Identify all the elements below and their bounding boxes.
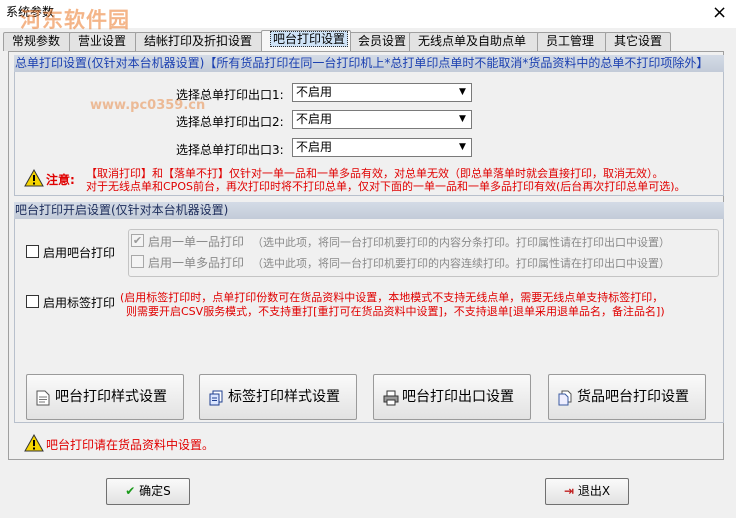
- checkmark-icon: ✔: [125, 484, 136, 498]
- ok-button[interactable]: ✔ 确定S: [106, 478, 190, 505]
- tab-staff[interactable]: 员工管理: [537, 32, 607, 51]
- note-label: 注意:: [46, 173, 75, 187]
- summary-output-2-select[interactable]: 不启用 ▼: [292, 110, 472, 129]
- tab-label: 会员设置: [358, 34, 407, 48]
- exit-icon: ⇥: [563, 484, 574, 498]
- summary-output-2-label: 选择总单打印出口2:: [176, 115, 284, 129]
- tab-member[interactable]: 会员设置: [349, 32, 411, 51]
- enable-label-print-checkbox[interactable]: [26, 295, 39, 308]
- tab-label: 结帐打印及折扣设置: [144, 34, 253, 48]
- summary-output-3-select[interactable]: 不启用 ▼: [292, 138, 472, 157]
- button-label: 确定S: [139, 484, 171, 498]
- goods-bar-print-button[interactable]: 货品吧台打印设置: [548, 374, 706, 420]
- button-label: 吧台打印出口设置: [402, 389, 514, 405]
- summary-header-note: 【所有货品打印在同一台打印机上*总打单印点单时不能取消*货品资料中的总单不打印项…: [204, 56, 709, 70]
- warning-icon: [24, 434, 44, 452]
- printer-icon: [383, 390, 399, 406]
- tab-other[interactable]: 其它设置: [605, 32, 671, 51]
- button-label: 吧台打印样式设置: [55, 389, 167, 405]
- chevron-down-icon: ▼: [459, 114, 466, 124]
- summary-output-1-select[interactable]: 不启用 ▼: [292, 83, 472, 102]
- one-item-print-checkbox[interactable]: ✔: [131, 234, 144, 247]
- multi-item-print-checkbox[interactable]: [131, 255, 144, 268]
- summary-header-title: 总单打印设置(仅针对本台机器设置): [15, 56, 205, 70]
- copy-icon: [209, 390, 223, 406]
- tab-label: 营业设置: [78, 34, 127, 48]
- title-bar: 系统参数 河东软件园 ×: [0, 0, 736, 32]
- tab-label: 吧台打印设置: [270, 31, 349, 47]
- chevron-down-icon: ▼: [459, 87, 466, 97]
- tab-bar-print[interactable]: 吧台打印设置: [261, 30, 351, 51]
- select-value: 不启用: [296, 85, 333, 99]
- one-item-print-label: 启用一单一品打印: [148, 235, 245, 249]
- tab-wireless-order[interactable]: 无线点单及自助点单: [409, 32, 539, 51]
- check-icon: ✔: [132, 234, 143, 247]
- tab-business[interactable]: 营业设置: [69, 32, 137, 51]
- exit-button[interactable]: ⇥ 退出X: [545, 478, 629, 505]
- bar-print-output-button[interactable]: 吧台打印出口设置: [373, 374, 531, 420]
- watermark-logo: 河东软件园: [20, 7, 130, 32]
- label-print-style-button[interactable]: 标签打印样式设置: [199, 374, 357, 420]
- select-value: 不启用: [296, 140, 333, 154]
- tab-checkout-print[interactable]: 结帐打印及折扣设置: [135, 32, 263, 51]
- summary-output-1-label: 选择总单打印出口1:: [176, 88, 284, 102]
- pages-icon: [558, 390, 572, 406]
- note-line-2: 对于无线点单和CPOS前台，再次打印时将不打印总单，仅对下面的一单一品和一单多品…: [86, 180, 686, 193]
- summary-output-3-label: 选择总单打印出口3:: [176, 143, 284, 157]
- multi-item-print-label: 启用一单多品打印: [148, 256, 245, 270]
- label-print-note-2: 则需要开启CSV服务模式，不支持重打[重打可在货品资料中设置]，不支持退单[退单…: [126, 305, 665, 318]
- tab-label: 员工管理: [546, 34, 595, 48]
- multi-item-print-note: （选中此项，将同一台打印机要打印的内容连续打印。打印属性请在打印出口中设置）: [252, 257, 670, 270]
- footer-note: 吧台打印请在货品资料中设置。: [46, 438, 215, 452]
- bar-header-title: 吧台打印开启设置(仅针对本台机器设置): [15, 203, 229, 217]
- button-label: 标签打印样式设置: [228, 389, 340, 405]
- enable-bar-print-label: 启用吧台打印: [43, 246, 116, 260]
- tab-general[interactable]: 常规参数: [3, 32, 71, 51]
- tab-label: 常规参数: [12, 34, 61, 48]
- tab-label: 其它设置: [614, 34, 663, 48]
- summary-print-header: 总单打印设置(仅针对本台机器设置)【所有货品打印在同一台打印机上*总打单印点单时…: [14, 55, 724, 72]
- enable-bar-print-checkbox[interactable]: [26, 245, 39, 258]
- tab-label: 无线点单及自助点单: [418, 34, 527, 48]
- chevron-down-icon: ▼: [459, 142, 466, 152]
- bar-print-header: 吧台打印开启设置(仅针对本台机器设置): [14, 202, 724, 219]
- warning-icon: [24, 169, 44, 187]
- bar-print-style-button[interactable]: 吧台打印样式设置: [26, 374, 184, 420]
- button-label: 退出X: [577, 484, 611, 498]
- one-item-print-note: （选中此项，将同一台打印机要打印的内容分条打印。打印属性请在打印出口中设置）: [252, 236, 670, 249]
- close-button[interactable]: ×: [703, 0, 736, 28]
- document-icon: [36, 390, 50, 406]
- enable-label-print-label: 启用标签打印: [43, 296, 116, 310]
- select-value: 不启用: [296, 112, 333, 126]
- button-label: 货品吧台打印设置: [577, 389, 689, 405]
